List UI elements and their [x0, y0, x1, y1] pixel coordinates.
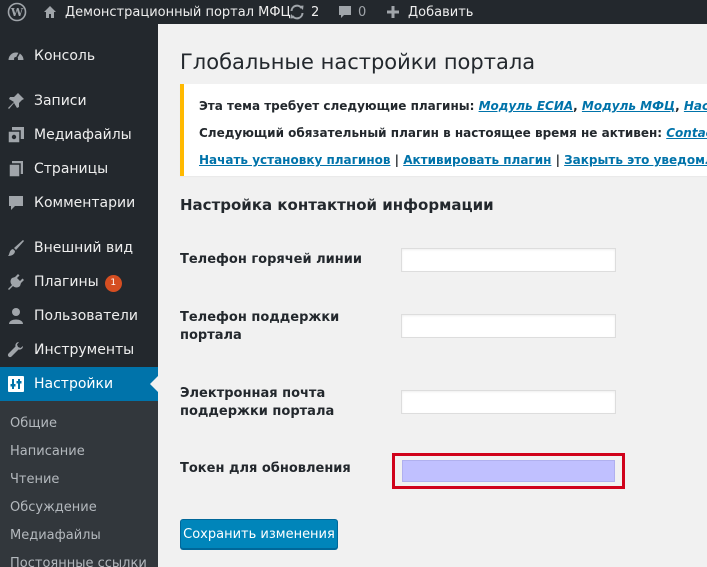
- wrench-icon: [7, 341, 25, 359]
- sidebar-item-label: Инструменты: [34, 342, 135, 358]
- support-email-input[interactable]: [401, 390, 616, 414]
- update-token-label: Токен для обновления: [180, 461, 351, 476]
- site-home-link[interactable]: Демонстрационный портал МФЦ: [43, 0, 291, 24]
- updates-link[interactable]: 2: [288, 0, 319, 24]
- brush-icon: [7, 239, 25, 257]
- admin-sidebar: Консоль Записи Медиафайлы Страницы Комме…: [0, 24, 158, 567]
- admin-bar: W Демонстрационный портал МФЦ 2 0 Добави…: [0, 0, 707, 24]
- submenu-item-permalinks[interactable]: Постоянные ссылки: [10, 556, 147, 567]
- plugin-link-mfc[interactable]: Модуль МФЦ: [582, 99, 675, 113]
- settings-submenu: Общие Написание Чтение Обсуждение Медиаф…: [0, 401, 158, 567]
- sidebar-item-label: Страницы: [34, 161, 109, 177]
- new-label: Добавить: [408, 4, 474, 20]
- pin-icon: [7, 92, 25, 110]
- hotline-phone-label: Телефон горячей линии: [180, 252, 362, 267]
- plugin-link-esia[interactable]: Модуль ЕСИА: [479, 99, 574, 113]
- support-email-label: Электронная почта поддержки портала: [180, 386, 335, 419]
- sidebar-item-users[interactable]: Пользователи: [0, 299, 158, 333]
- hotline-phone-input[interactable]: [401, 248, 616, 272]
- plugins-update-badge: 1: [104, 275, 122, 292]
- comment-icon: [7, 194, 25, 212]
- sidebar-item-label: Медиафайлы: [34, 127, 132, 143]
- sidebar-item-pages[interactable]: Страницы: [0, 152, 158, 186]
- support-phone-input[interactable]: [401, 314, 616, 338]
- sidebar-item-console[interactable]: Консоль: [0, 39, 158, 73]
- activate-plugin-link[interactable]: Активировать плагин: [403, 153, 551, 167]
- submenu-item-media[interactable]: Медиафайлы: [10, 528, 101, 544]
- home-icon: [43, 5, 57, 19]
- dismiss-notice-link[interactable]: Закрыть это уведомление: [564, 153, 707, 167]
- plus-icon: [386, 5, 400, 19]
- sidebar-item-label: Пользователи: [34, 308, 138, 324]
- wordpress-logo-icon[interactable]: W: [7, 0, 27, 24]
- submenu-item-reading[interactable]: Чтение: [10, 472, 59, 488]
- notice-text: Эта тема требует следующие плагины:: [199, 99, 479, 113]
- sidebar-item-label: Консоль: [34, 48, 96, 64]
- plugin-link-settings[interactable]: Настройка: [684, 99, 707, 113]
- users-icon: [7, 307, 25, 325]
- sidebar-item-label: Плагины: [34, 274, 99, 290]
- save-changes-button[interactable]: Сохранить изменения: [180, 519, 338, 549]
- submenu-item-discussion[interactable]: Обсуждение: [10, 500, 97, 516]
- updates-count: 2: [311, 4, 320, 20]
- svg-text:W: W: [10, 6, 24, 19]
- settings-icon: [7, 375, 25, 393]
- plugin-icon: [7, 273, 25, 291]
- notice-line-required: Эта тема требует следующие плагины: Моду…: [199, 99, 707, 113]
- sidebar-item-tools[interactable]: Инструменты: [0, 333, 158, 367]
- comments-link[interactable]: 0: [337, 0, 366, 24]
- new-content-link[interactable]: Добавить: [386, 0, 473, 24]
- pages-icon: [7, 160, 25, 178]
- support-phone-label: Телефон поддержки портала: [180, 310, 340, 343]
- update-token-input[interactable]: [402, 460, 615, 482]
- plugins-required-notice: Эта тема требует следующие плагины: Моду…: [180, 84, 707, 176]
- sidebar-item-posts[interactable]: Записи: [0, 84, 158, 118]
- sidebar-item-plugins[interactable]: Плагины 1: [0, 265, 158, 299]
- notice-line-inactive: Следующий обязательный плагин в настояще…: [199, 126, 707, 140]
- sidebar-item-label: Внешний вид: [34, 240, 134, 256]
- comment-icon: [337, 4, 353, 20]
- install-plugins-link[interactable]: Начать установку плагинов: [199, 153, 390, 167]
- media-icon: [7, 126, 25, 144]
- notice-text: Следующий обязательный плагин в настояще…: [199, 126, 667, 140]
- site-title: Демонстрационный портал МФЦ: [65, 4, 291, 20]
- main-content: Глобальные настройки портала Эта тема тр…: [158, 24, 707, 567]
- sidebar-item-comments[interactable]: Комментарии: [0, 186, 158, 220]
- page-title: Глобальные настройки портала: [180, 50, 536, 74]
- sidebar-item-label: Настройки: [34, 376, 114, 392]
- plugin-link-contact-form[interactable]: Contact Form: [666, 126, 707, 140]
- sidebar-item-appearance[interactable]: Внешний вид: [0, 231, 158, 265]
- update-token-highlight: [392, 453, 625, 489]
- submenu-item-general[interactable]: Общие: [10, 416, 57, 432]
- comments-count: 0: [358, 4, 367, 20]
- sidebar-item-label: Комментарии: [34, 195, 136, 211]
- refresh-icon: [288, 3, 306, 21]
- sidebar-item-label: Записи: [34, 93, 87, 109]
- dashboard-icon: [7, 47, 25, 65]
- section-title: Настройка контактной информации: [180, 196, 494, 214]
- sidebar-item-settings[interactable]: Настройки: [0, 367, 158, 401]
- sidebar-item-media[interactable]: Медиафайлы: [0, 118, 158, 152]
- notice-actions: Начать установку плагинов | Активировать…: [199, 153, 707, 167]
- submenu-item-writing[interactable]: Написание: [10, 444, 85, 460]
